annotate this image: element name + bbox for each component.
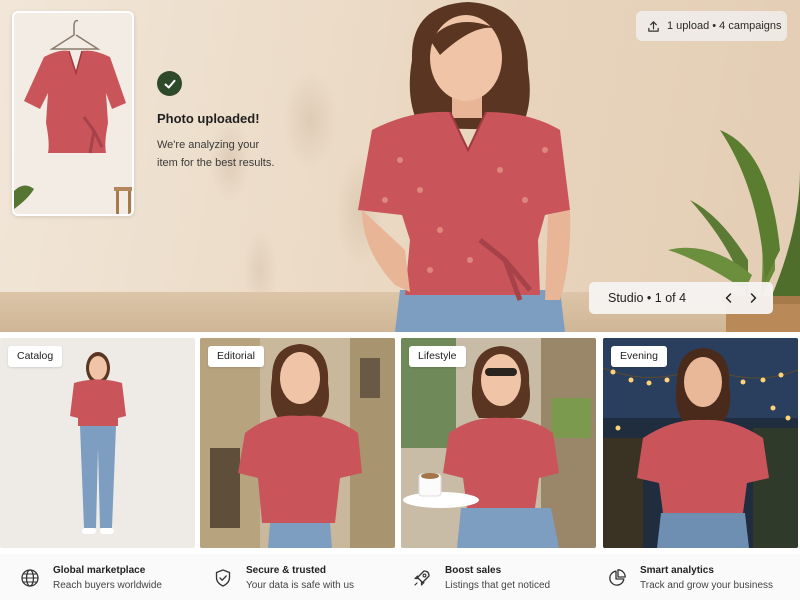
- feature-smart-analytics: Smart analytics Track and grow your busi…: [607, 562, 787, 594]
- feature-title: Global marketplace: [53, 565, 146, 576]
- style-card-editorial[interactable]: Editorial: [200, 338, 395, 548]
- studio-navigator: Studio • 1 of 4: [589, 282, 773, 314]
- feature-secure-trusted: Secure & trusted Your data is safe with …: [213, 562, 393, 594]
- lifestyle-photo: [401, 338, 596, 548]
- feature-title: Secure & trusted: [246, 565, 327, 576]
- feature-boost-sales: Boost sales Listings that get noticed: [412, 562, 592, 594]
- style-card-evening[interactable]: Evening: [603, 338, 798, 548]
- editorial-photo: [200, 338, 395, 548]
- style-tag-evening: Evening: [611, 346, 667, 367]
- feature-title: Boost sales: [445, 565, 502, 576]
- next-button[interactable]: [743, 288, 763, 308]
- feature-bar: Global marketplace Reach buyers worldwid…: [0, 554, 800, 600]
- shield-check-icon: [213, 568, 233, 588]
- rocket-icon: [412, 568, 432, 588]
- feature-description: Your data is safe with us: [246, 580, 355, 591]
- style-card-lifestyle[interactable]: Lifestyle: [401, 338, 596, 548]
- chevron-left-icon: [723, 292, 735, 304]
- studio-counter-label: Studio • 1 of 4: [608, 291, 687, 305]
- hero-banner: Photo uploaded! We're analyzing your ite…: [0, 0, 800, 332]
- feature-description: Listings that get noticed: [445, 580, 551, 591]
- catalog-photo: [0, 338, 195, 548]
- upload-status-title: Photo uploaded!: [157, 111, 260, 126]
- chevron-right-icon: [747, 292, 759, 304]
- previous-button[interactable]: [719, 288, 739, 308]
- evening-photo: [603, 338, 798, 548]
- feature-title: Smart analytics: [640, 565, 714, 576]
- style-card-catalog[interactable]: Catalog: [0, 338, 195, 548]
- upload-icon: [647, 20, 660, 33]
- uploads-campaigns-summary[interactable]: 1 upload • 4 campaigns: [636, 11, 787, 41]
- style-tag-catalog: Catalog: [8, 346, 63, 367]
- feature-global-marketplace: Global marketplace Reach buyers worldwid…: [20, 562, 200, 594]
- style-tag-lifestyle: Lifestyle: [409, 346, 466, 367]
- source-photo-thumbnail[interactable]: [12, 11, 134, 216]
- globe-icon: [20, 568, 40, 588]
- style-tag-editorial: Editorial: [208, 346, 264, 367]
- upload-status-message: We're analyzing your item for the best r…: [157, 139, 275, 169]
- uploads-campaigns-text: 1 upload • 4 campaigns: [667, 20, 782, 32]
- pie-chart-icon: [607, 568, 627, 588]
- success-check-icon: [157, 71, 182, 96]
- hanging-blouse-image: [14, 13, 132, 214]
- feature-description: Reach buyers worldwide: [53, 580, 162, 591]
- feature-description: Track and grow your business: [640, 580, 774, 591]
